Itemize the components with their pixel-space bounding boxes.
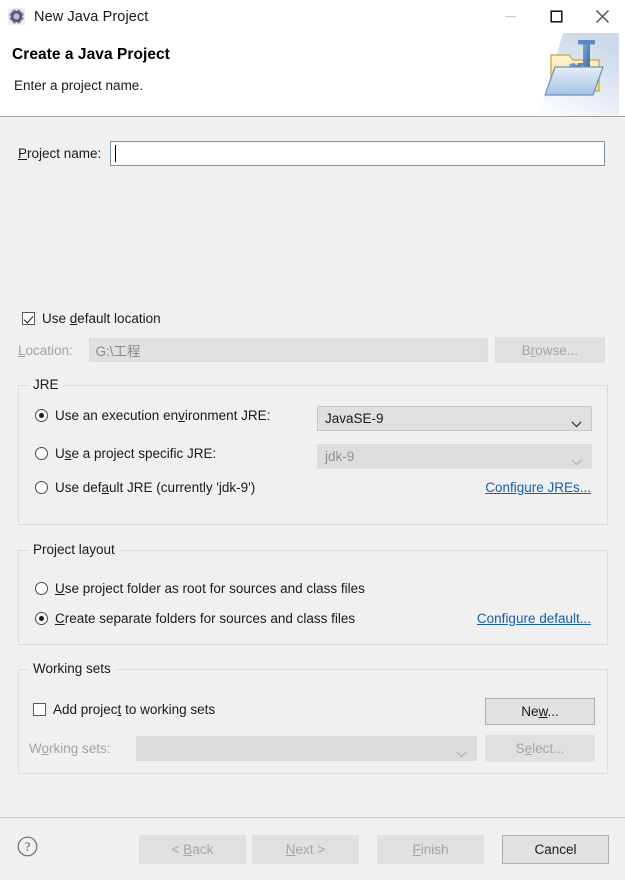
jre-execution-environment-label: Use an execution environment JRE: [55, 408, 271, 423]
browse-button: Browse... [494, 337, 605, 363]
use-default-location-label: Use default location [42, 311, 161, 326]
java-project-folder-icon [539, 33, 619, 115]
minimize-button[interactable] [487, 0, 533, 33]
cancel-button[interactable]: Cancel [502, 835, 609, 864]
page-title: Create a Java Project [12, 46, 170, 63]
execution-environment-combo[interactable]: JavaSE-9 [317, 406, 592, 431]
layout-separate-folders-radio[interactable] [35, 612, 48, 625]
footer-buttons: < Back Next > Finish Cancel [133, 835, 609, 864]
execution-environment-value: JavaSE-9 [325, 411, 384, 426]
location-row: Location: G:\工程 Browse... [18, 337, 605, 363]
finish-button: Finish [377, 835, 484, 864]
select-working-set-label: Select... [515, 741, 565, 756]
jre-group-title: JRE [29, 377, 63, 392]
working-sets-label: Working sets: [29, 741, 111, 756]
text-caret [115, 145, 117, 162]
next-button: Next > [252, 835, 359, 864]
configure-default-link[interactable]: Configure default... [477, 611, 591, 626]
new-java-project-dialog: New Java Project Create a Java Project E… [0, 0, 625, 880]
use-default-location-checkbox[interactable] [22, 312, 35, 325]
working-sets-combo [136, 736, 477, 761]
jre-project-specific-radio[interactable] [35, 447, 48, 460]
dialog-footer: ? < Back Next > Finish Cancel [0, 817, 625, 880]
svg-text:?: ? [25, 840, 31, 854]
cancel-label: Cancel [534, 842, 577, 857]
jre-project-specific-label: Use a project specific JRE: [55, 446, 217, 461]
location-input: G:\工程 [88, 338, 488, 362]
finish-label: Finish [412, 842, 449, 857]
dialog-header: Create a Java Project Enter a project na… [0, 33, 625, 117]
layout-option-separate-folders[interactable]: Create separate folders for sources and … [35, 611, 355, 626]
chevron-down-icon [571, 416, 582, 431]
maximize-button[interactable] [533, 0, 579, 33]
layout-separate-folders-label: Create separate folders for sources and … [55, 611, 356, 626]
project-name-row: Project name: [18, 141, 605, 166]
working-sets-group-title: Working sets [29, 661, 115, 676]
browse-label: Browse... [521, 342, 579, 358]
dialog-body: Project name: Use default location Locat… [0, 117, 625, 817]
location-label: Location: [18, 342, 73, 358]
jre-option-execution-environment[interactable]: Use an execution environment JRE: [35, 408, 270, 423]
select-working-set-button: Select... [485, 735, 595, 762]
next-label: Next > [285, 842, 326, 857]
jre-option-default[interactable]: Use default JRE (currently 'jdk-9') [35, 480, 255, 495]
add-to-working-sets-label: Add project to working sets [53, 702, 216, 717]
configure-jres-link[interactable]: Configure JREs... [485, 480, 591, 495]
use-default-location-row[interactable]: Use default location [22, 311, 161, 326]
new-working-set-button[interactable]: New... [485, 698, 595, 725]
window-controls [487, 0, 625, 33]
jre-default-radio[interactable] [35, 481, 48, 494]
chevron-down-icon [456, 746, 467, 761]
page-description: Enter a project name. [14, 78, 144, 93]
working-sets-group: Working sets Add project to working sets… [18, 661, 608, 774]
jre-execution-environment-radio[interactable] [35, 409, 48, 422]
project-name-label: Project name: [18, 146, 102, 161]
title-bar: New Java Project [0, 0, 625, 33]
close-button[interactable] [579, 0, 625, 33]
add-to-working-sets-row[interactable]: Add project to working sets [33, 702, 215, 717]
project-specific-jre-combo: jdk-9 [317, 444, 592, 469]
working-sets-row: Working sets: Select... [29, 735, 595, 762]
jre-default-label: Use default JRE (currently 'jdk-9') [55, 480, 256, 495]
back-button: < Back [139, 835, 246, 864]
help-icon[interactable]: ? [17, 836, 38, 857]
layout-project-folder-radio[interactable] [35, 582, 48, 595]
project-layout-group: Project layout Use project folder as roo… [18, 542, 608, 645]
project-layout-group-title: Project layout [29, 542, 119, 557]
layout-project-folder-label: Use project folder as root for sources a… [55, 581, 365, 596]
window-title: New Java Project [34, 8, 149, 25]
back-label: < Back [171, 842, 214, 857]
add-to-working-sets-checkbox[interactable] [33, 703, 46, 716]
jre-option-project-specific[interactable]: Use a project specific JRE: [35, 446, 216, 461]
jre-group: JRE Use an execution environment JRE: Ja… [18, 377, 608, 525]
location-value: G:\工程 [95, 344, 141, 359]
new-working-set-label: New... [521, 704, 559, 719]
project-name-input[interactable] [110, 141, 605, 166]
layout-option-project-folder[interactable]: Use project folder as root for sources a… [35, 581, 365, 596]
chevron-down-icon [571, 454, 582, 469]
project-specific-jre-value: jdk-9 [325, 449, 355, 464]
eclipse-gear-icon [8, 8, 25, 25]
